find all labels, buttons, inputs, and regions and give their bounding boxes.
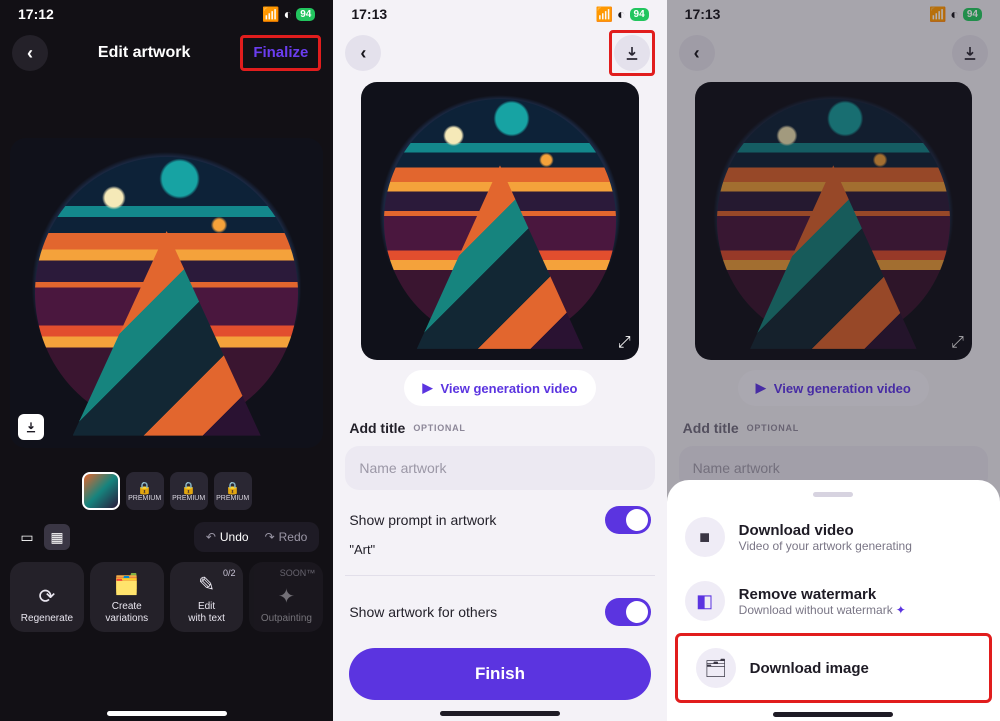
finalize-button[interactable]: Finalize xyxy=(253,44,308,61)
lock-icon: 🔒 xyxy=(181,481,196,495)
edit-with-text-button[interactable]: 0/2 ✎ Edit with text xyxy=(170,562,244,632)
download-sheet: ■︎ Download video Video of your artwork … xyxy=(667,480,1000,721)
battery-badge: 94 xyxy=(296,8,315,21)
undo-icon: ↶ xyxy=(206,530,216,544)
chevron-left-icon: ‹ xyxy=(27,43,33,64)
download-icon xyxy=(623,44,641,62)
show-prompt-toggle[interactable] xyxy=(605,506,651,534)
undo-button[interactable]: ↶Undo xyxy=(200,526,255,548)
variation-thumbnails: 🔒PREMIUM 🔒PREMIUM 🔒PREMIUM xyxy=(0,472,333,510)
watermark-icon: ◧ xyxy=(685,581,725,621)
chevron-left-icon: ‹ xyxy=(360,43,366,64)
home-indicator xyxy=(107,711,227,716)
lock-icon: 🔒 xyxy=(137,481,152,495)
soon-badge: SOON™ xyxy=(280,568,316,578)
image-icon: 🗂︎ xyxy=(696,648,736,688)
lock-icon: 🔒 xyxy=(225,481,240,495)
sheet-grabber[interactable] xyxy=(813,492,853,497)
title-input[interactable]: Name artwork xyxy=(345,446,654,490)
video-icon: ■︎ xyxy=(685,517,725,557)
play-icon: ▶ xyxy=(422,380,432,396)
home-indicator xyxy=(773,712,893,717)
artwork-preview[interactable]: ⤢ xyxy=(361,82,638,360)
home-indicator xyxy=(440,711,560,716)
create-variations-button[interactable]: 🗂️ Create variations xyxy=(90,562,164,632)
finish-button[interactable]: Finish xyxy=(349,648,650,700)
view-grid-icon[interactable]: ▦ xyxy=(44,524,70,550)
thumbnail-locked[interactable]: 🔒PREMIUM xyxy=(214,472,252,510)
sparkle-icon: ✦ xyxy=(896,603,906,617)
thumbnail-selected[interactable] xyxy=(82,472,120,510)
prompt-value: "Art" xyxy=(333,538,666,569)
status-time: 17:13 xyxy=(351,6,387,22)
wifi-icon: ◐ xyxy=(617,6,625,22)
finalize-button-highlight: Finalize xyxy=(240,35,321,71)
remove-watermark-item[interactable]: ◧ Remove watermark Download without wate… xyxy=(667,569,1000,633)
thumbnail-locked[interactable]: 🔒PREMIUM xyxy=(170,472,208,510)
refresh-icon: ⟳ xyxy=(39,584,56,609)
download-image-item-highlight: 🗂︎ Download image xyxy=(675,633,992,703)
signal-icon: 📶 xyxy=(262,6,279,23)
stack-icon: 🗂️ xyxy=(114,572,139,597)
back-button[interactable]: ‹ xyxy=(12,35,48,71)
battery-badge: 94 xyxy=(630,8,649,21)
export-button-highlight xyxy=(609,30,655,76)
status-time: 17:12 xyxy=(18,6,54,22)
download-image-item[interactable]: Download image xyxy=(750,660,869,677)
show-prompt-label: Show prompt in artwork xyxy=(349,512,496,528)
add-title-label: Add title OPTIONAL xyxy=(333,406,666,442)
wifi-icon: ◐ xyxy=(284,6,292,22)
nav-bar: ‹ Edit artwork Finalize xyxy=(0,28,333,78)
edit-counter: 0/2 xyxy=(223,568,236,578)
show-others-toggle[interactable] xyxy=(605,598,651,626)
download-artwork-icon[interactable] xyxy=(18,414,44,440)
outpainting-button: SOON™ ✦ Outpainting xyxy=(249,562,323,632)
view-toggle: ▭ ▦ xyxy=(14,524,70,550)
page-title: Edit artwork xyxy=(98,44,190,62)
expand-icon[interactable]: ⤢ xyxy=(618,334,631,352)
download-video-item[interactable]: ■︎ Download video Video of your artwork … xyxy=(667,505,1000,569)
artwork-preview[interactable] xyxy=(10,138,323,448)
nav-bar: ‹ xyxy=(333,28,666,78)
action-bar: ⟳ Regenerate 🗂️ Create variations 0/2 ✎ … xyxy=(0,562,333,632)
sparkle-icon: ✦ xyxy=(278,584,295,609)
back-button[interactable]: ‹ xyxy=(345,35,381,71)
signal-icon: 📶 xyxy=(596,6,613,23)
status-bar: 17:12 📶 ◐ 94 xyxy=(0,0,333,28)
redo-button[interactable]: ↷Redo xyxy=(259,526,314,548)
show-others-label: Show artwork for others xyxy=(349,604,497,620)
redo-icon: ↷ xyxy=(265,530,275,544)
view-single-icon[interactable]: ▭ xyxy=(14,524,40,550)
pencil-icon: ✎ xyxy=(198,572,215,597)
thumbnail-locked[interactable]: 🔒PREMIUM xyxy=(126,472,164,510)
divider xyxy=(345,575,654,576)
undo-redo-group: ↶Undo ↷Redo xyxy=(194,522,320,552)
status-bar: 17:13 📶 ◐ 94 xyxy=(333,0,666,28)
view-generation-video-button[interactable]: ▶ View generation video xyxy=(404,370,595,406)
export-button[interactable] xyxy=(614,35,650,71)
regenerate-button[interactable]: ⟳ Regenerate xyxy=(10,562,84,632)
title-placeholder: Name artwork xyxy=(359,460,446,476)
